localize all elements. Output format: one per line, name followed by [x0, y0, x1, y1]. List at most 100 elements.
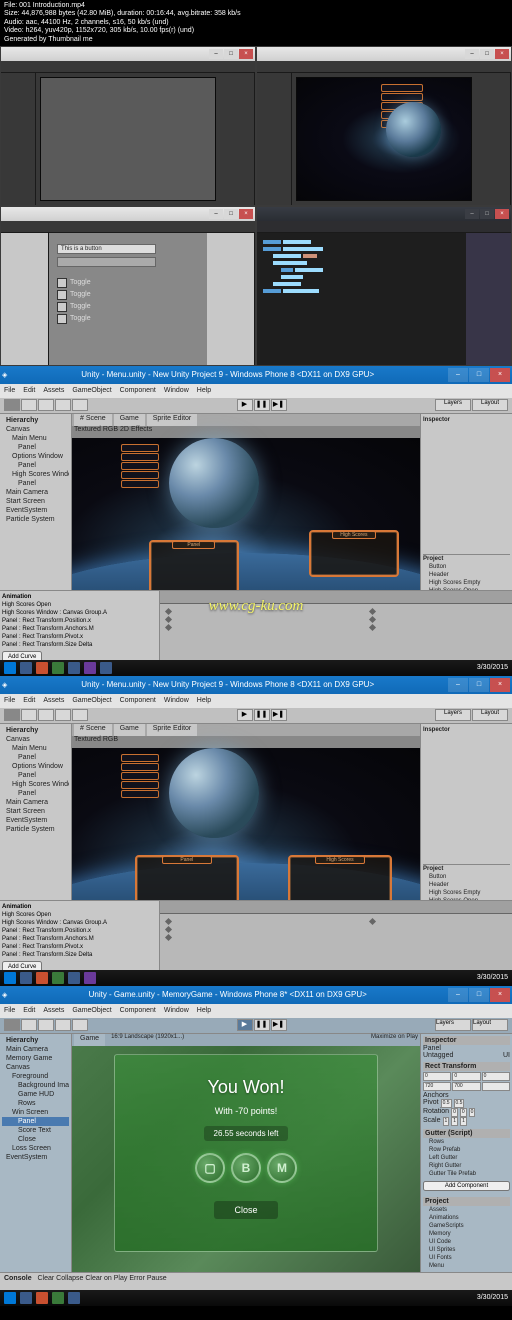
hierarchy-item[interactable]: High Scores Window: [2, 780, 69, 789]
hierarchy-item[interactable]: Game HUD: [2, 1090, 69, 1099]
step-button[interactable]: ▶❚: [271, 399, 287, 411]
anchors-label[interactable]: Anchors: [423, 1092, 510, 1099]
hierarchy-item[interactable]: Start Screen: [2, 497, 69, 506]
hierarchy-item[interactable]: Start Screen: [2, 807, 69, 816]
minimize-button[interactable]: –: [465, 49, 479, 59]
pos-x[interactable]: 0: [423, 1072, 451, 1081]
game-token[interactable]: ▢: [195, 1153, 225, 1183]
taskbar-clock[interactable]: 3/30/2015: [477, 664, 508, 671]
menu-button[interactable]: [381, 93, 423, 101]
close-button[interactable]: ×: [495, 49, 509, 59]
close-button[interactable]: ×: [490, 988, 510, 1002]
toggle[interactable]: Toggle: [57, 290, 199, 300]
maximize-button[interactable]: □: [224, 49, 238, 59]
layers-dropdown[interactable]: Layers: [435, 709, 471, 721]
inspector-panel[interactable]: Inspector Project Button Header High Sco…: [420, 724, 512, 900]
toggle[interactable]: Toggle: [57, 302, 199, 312]
menu-help[interactable]: Help: [197, 1007, 211, 1014]
play-button[interactable]: ▶: [237, 709, 253, 721]
keyframe[interactable]: [165, 934, 172, 941]
anim-prop[interactable]: Panel : Rect Transform.Pivot.x: [2, 943, 157, 951]
hierarchy-panel[interactable]: [1, 73, 36, 205]
menu-button[interactable]: [121, 781, 159, 789]
scene-panel[interactable]: # Scene Game Sprite Editor Textured RGB: [72, 724, 420, 900]
close-button[interactable]: ×: [495, 209, 509, 219]
menu-assets[interactable]: Assets: [43, 1007, 64, 1014]
hierarchy-item[interactable]: EventSystem: [2, 1153, 69, 1162]
menu-button[interactable]: [121, 772, 159, 780]
menu-file[interactable]: File: [4, 387, 15, 394]
menu-button[interactable]: [381, 84, 423, 92]
hierarchy-item[interactable]: Options Window: [2, 762, 69, 771]
maximize-button[interactable]: □: [224, 209, 238, 219]
inspector-panel[interactable]: [476, 73, 511, 205]
hierarchy-item[interactable]: Particle System: [2, 825, 69, 834]
menu-button[interactable]: [121, 462, 159, 470]
game-token[interactable]: M: [267, 1153, 297, 1183]
maximize-toggle[interactable]: Maximize on Play: [371, 1034, 418, 1046]
move-tool[interactable]: [21, 709, 37, 721]
hierarchy-item[interactable]: Main Camera: [2, 798, 69, 807]
taskbar-icon[interactable]: [84, 662, 96, 674]
anim-prop[interactable]: Panel : Rect Transform.Size Delta: [2, 641, 157, 649]
hierarchy-item[interactable]: Loss Screen: [2, 1144, 69, 1153]
project-item[interactable]: High Scores Empty: [423, 579, 510, 587]
rect-tool[interactable]: [72, 1019, 88, 1031]
anim-prop[interactable]: Panel : Rect Transform.Position.x: [2, 927, 157, 935]
menu-file[interactable]: File: [4, 1007, 15, 1014]
hierarchy-item[interactable]: Canvas: [2, 425, 69, 434]
anim-prop[interactable]: High Scores Window : Canvas Group.A: [2, 919, 157, 927]
close-button[interactable]: ×: [490, 678, 510, 692]
menu-button[interactable]: [121, 444, 159, 452]
hierarchy-item[interactable]: Canvas: [2, 1063, 69, 1072]
minimize-button[interactable]: –: [448, 988, 468, 1002]
game-view[interactable]: Game 16:9 Landscape (1920x1...) Maximize…: [72, 1034, 420, 1272]
keyframe[interactable]: [165, 616, 172, 623]
options-panel[interactable]: Panel: [135, 855, 239, 900]
tab-game[interactable]: Game: [114, 724, 145, 736]
menu-button[interactable]: [121, 754, 159, 762]
hierarchy-item[interactable]: Win Screen: [2, 1108, 69, 1117]
menu-button[interactable]: [381, 102, 423, 110]
anim-prop[interactable]: Panel : Rect Transform.Size Delta: [2, 951, 157, 959]
windows-taskbar[interactable]: 3/30/2015: [0, 660, 512, 676]
taskbar-icon[interactable]: [100, 662, 112, 674]
project-item[interactable]: Memory: [423, 1230, 510, 1238]
project-item[interactable]: Button: [423, 563, 510, 571]
menu-button[interactable]: [381, 120, 423, 128]
menu-component[interactable]: Component: [120, 697, 156, 704]
layers-dropdown[interactable]: Layers: [435, 399, 471, 411]
pause-button[interactable]: ❚❚: [254, 399, 270, 411]
tab-game[interactable]: Game: [114, 414, 145, 426]
anim-clip[interactable]: High Scores Open: [2, 601, 157, 609]
inspector-panel[interactable]: [220, 73, 255, 205]
anim-prop[interactable]: Panel : Rect Transform.Pivot.x: [2, 633, 157, 641]
taskbar-icon[interactable]: [52, 972, 64, 984]
hierarchy-item[interactable]: Score Text: [2, 1126, 69, 1135]
menu-window[interactable]: Window: [164, 697, 189, 704]
hierarchy-item[interactable]: EventSystem: [2, 506, 69, 515]
toggle[interactable]: Toggle: [57, 278, 199, 288]
menu-file[interactable]: File: [4, 697, 15, 704]
button-sample[interactable]: This is a button: [57, 244, 156, 254]
anim-prop[interactable]: Panel : Rect Transform.Anchors.M: [2, 625, 157, 633]
keyframe[interactable]: [369, 624, 376, 631]
windows-taskbar[interactable]: 3/30/2015: [0, 970, 512, 986]
step-button[interactable]: ▶❚: [271, 709, 287, 721]
start-button[interactable]: [4, 972, 16, 984]
taskbar-clock[interactable]: 3/30/2015: [477, 1294, 508, 1301]
pause-button[interactable]: ❚❚: [254, 1019, 270, 1031]
hierarchy-item[interactable]: Close: [2, 1135, 69, 1144]
hierarchy-item-selected[interactable]: Panel: [2, 1117, 69, 1126]
rect-tool[interactable]: [72, 709, 88, 721]
keyframe[interactable]: [369, 608, 376, 615]
taskbar-icon[interactable]: [36, 662, 48, 674]
menu-button[interactable]: [381, 111, 423, 119]
hierarchy-item[interactable]: Particle System: [2, 515, 69, 524]
pos-z[interactable]: 0: [482, 1072, 510, 1081]
scene-panel[interactable]: # Scene Game Sprite Editor Textured RGB …: [72, 414, 420, 590]
highscores-panel[interactable]: High Scores: [309, 530, 399, 576]
anim-prop[interactable]: Panel : Rect Transform.Position.x: [2, 617, 157, 625]
animation-timeline[interactable]: [160, 591, 512, 660]
project-item[interactable]: UI Code: [423, 1238, 510, 1246]
